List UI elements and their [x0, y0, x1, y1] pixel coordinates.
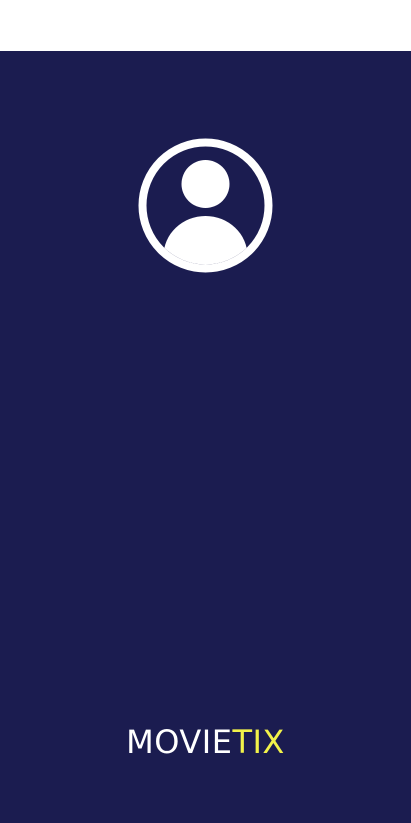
splash-screen: MOVIETIX [0, 51, 411, 823]
logo-text-movie: MOVIE [126, 723, 233, 761]
logo-text-tix: TIX [232, 723, 285, 761]
app-logo: MOVIETIX [0, 722, 411, 762]
user-avatar-icon[interactable] [138, 138, 273, 273]
status-bar [0, 0, 411, 51]
